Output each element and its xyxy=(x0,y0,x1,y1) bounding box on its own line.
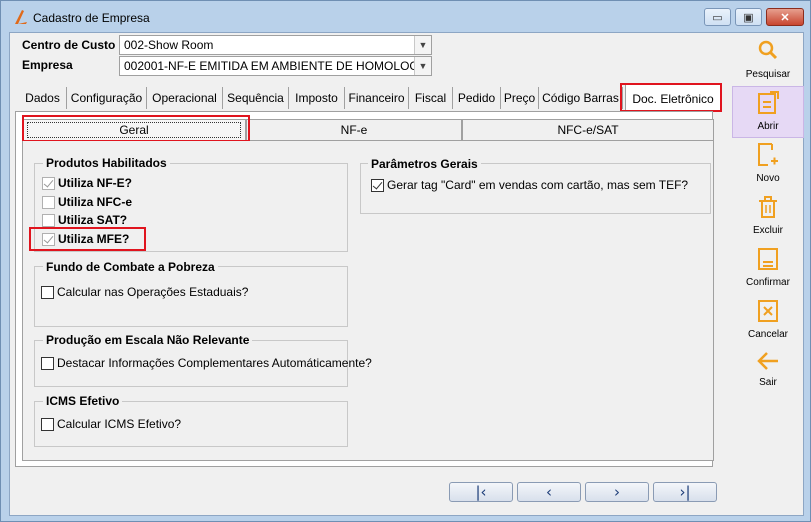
tab-codigo-barras[interactable]: Código Barras xyxy=(539,87,623,109)
subtab-geral[interactable]: Geral xyxy=(22,119,246,141)
tab-doc-eletronico[interactable]: Doc. Eletrônico xyxy=(625,84,721,110)
destacar-informacoes-label: Destacar Informações Complementares Auto… xyxy=(57,356,372,370)
centro-de-custo-label: Centro de Custo xyxy=(22,38,116,52)
utiliza-sat-checkbox[interactable]: Utiliza SAT? xyxy=(42,213,127,227)
centro-de-custo-combo[interactable]: 002-Show Room ▼ xyxy=(119,35,432,55)
utiliza-mfe-label: Utiliza MFE? xyxy=(58,232,130,246)
gerar-tag-card-checkbox[interactable]: Gerar tag "Card" em vendas com cartão, m… xyxy=(371,178,688,192)
calcular-icms-efetivo-label: Calcular ICMS Efetivo? xyxy=(57,417,182,431)
chevron-down-icon[interactable]: ▼ xyxy=(414,57,431,75)
confirm-document-icon xyxy=(758,248,778,270)
subtab-nfe[interactable]: NF-e xyxy=(246,119,462,141)
tab-financeiro[interactable]: Financeiro xyxy=(345,87,409,109)
tab-imposto[interactable]: Imposto xyxy=(289,87,345,109)
chevron-down-icon[interactable]: ▼ xyxy=(414,36,431,54)
checkbox-box xyxy=(42,195,55,209)
checkbox-box xyxy=(41,417,54,431)
last-record-button[interactable]: ›| xyxy=(653,482,717,502)
sair-label: Sair xyxy=(759,377,777,388)
cancel-document-icon xyxy=(758,300,778,322)
focus-rect xyxy=(27,122,241,138)
utiliza-nfce-checkbox[interactable]: Utiliza NFC-e xyxy=(42,195,132,209)
tab-dados[interactable]: Dados xyxy=(19,87,67,109)
app-logo-icon xyxy=(15,10,27,24)
checkbox-box xyxy=(41,285,54,299)
client-area: Centro de Custo 002-Show Room ▼ Empresa … xyxy=(9,32,804,516)
main-tabs: Dados Configuração Operacional Sequência… xyxy=(14,83,726,112)
open-document-icon xyxy=(758,91,779,114)
last-icon: ›| xyxy=(679,483,691,501)
previous-record-button[interactable]: ‹ xyxy=(517,482,581,502)
trash-icon xyxy=(759,196,777,218)
checkbox-box xyxy=(371,178,384,192)
gerar-tag-card-label: Gerar tag "Card" em vendas com cartão, m… xyxy=(387,178,689,192)
utiliza-nfe-label: Utiliza NF-E? xyxy=(58,176,132,190)
first-icon: |‹ xyxy=(475,483,487,501)
excluir-button[interactable]: Excluir xyxy=(732,194,804,240)
empresa-combo[interactable]: 002001-NF-E EMITIDA EM AMBIENTE DE HOMOL… xyxy=(119,56,432,76)
utiliza-nfe-checkbox[interactable]: Utiliza NF-E? xyxy=(42,176,132,190)
novo-button[interactable]: Novo xyxy=(732,142,804,188)
sair-button[interactable]: Sair xyxy=(732,350,804,390)
calcular-operacoes-estaduais-checkbox[interactable]: Calcular nas Operações Estaduais? xyxy=(41,285,248,299)
checkbox-box xyxy=(42,232,55,246)
centro-de-custo-value: 002-Show Room xyxy=(124,38,214,52)
first-record-button[interactable]: |‹ xyxy=(449,482,513,502)
utiliza-sat-label: Utiliza SAT? xyxy=(58,213,128,227)
main-window: Cadastro de Empresa ▭ ▣ ✕ Centro de Cust… xyxy=(0,0,811,522)
utiliza-nfce-label: Utiliza NFC-e xyxy=(58,195,133,209)
parametros-gerais-title: Parâmetros Gerais xyxy=(368,157,481,171)
pesquisar-button[interactable]: Pesquisar xyxy=(732,38,804,82)
chevron-right-icon: › xyxy=(614,483,620,501)
tab-configuracao[interactable]: Configuração xyxy=(67,87,147,109)
subtab-nfce-sat[interactable]: NFC-e/SAT xyxy=(462,119,714,141)
next-record-button[interactable]: › xyxy=(585,482,649,502)
close-button[interactable]: ✕ xyxy=(766,8,804,26)
tab-pedido[interactable]: Pedido xyxy=(453,87,501,109)
action-toolbar: Pesquisar Abrir Novo Excluir Confirmar C… xyxy=(732,38,804,398)
calcular-icms-efetivo-checkbox[interactable]: Calcular ICMS Efetivo? xyxy=(41,417,181,431)
produtos-habilitados-title: Produtos Habilitados xyxy=(43,156,170,170)
tab-operacional[interactable]: Operacional xyxy=(147,87,223,109)
abrir-button[interactable]: Abrir xyxy=(732,86,804,138)
fundo-combate-title: Fundo de Combate a Pobreza xyxy=(43,260,218,274)
cancelar-button[interactable]: Cancelar xyxy=(732,298,804,344)
utiliza-mfe-checkbox[interactable]: Utiliza MFE? xyxy=(42,232,129,246)
destacar-informacoes-checkbox[interactable]: Destacar Informações Complementares Auto… xyxy=(41,356,372,370)
tab-preco[interactable]: Preço xyxy=(501,87,539,109)
restore-button[interactable]: ▣ xyxy=(735,8,762,26)
confirmar-button[interactable]: Confirmar xyxy=(732,246,804,292)
empresa-value: 002001-NF-E EMITIDA EM AMBIENTE DE HOMOL… xyxy=(124,59,431,73)
window-title: Cadastro de Empresa xyxy=(33,11,150,25)
novo-label: Novo xyxy=(756,173,780,184)
tab-sequencia[interactable]: Sequência xyxy=(223,87,289,109)
abrir-label: Abrir xyxy=(757,121,779,132)
producao-escala-title: Produção em Escala Não Relevante xyxy=(43,333,253,347)
calcular-operacoes-estaduais-label: Calcular nas Operações Estaduais? xyxy=(57,285,249,299)
arrow-left-icon xyxy=(757,352,778,370)
pesquisar-label: Pesquisar xyxy=(745,69,791,80)
minimize-button[interactable]: ▭ xyxy=(704,8,731,26)
tab-fiscal[interactable]: Fiscal xyxy=(409,87,453,109)
excluir-label: Excluir xyxy=(752,225,783,236)
icms-efetivo-title: ICMS Efetivo xyxy=(43,394,123,408)
title-bar: Cadastro de Empresa ▭ ▣ ✕ xyxy=(1,1,810,33)
new-document-icon xyxy=(758,143,778,166)
empresa-label: Empresa xyxy=(22,58,73,72)
cancelar-label: Cancelar xyxy=(747,329,789,340)
checkbox-box xyxy=(41,356,54,370)
search-icon xyxy=(758,40,778,60)
checkbox-box xyxy=(42,213,55,227)
confirmar-label: Confirmar xyxy=(746,277,790,288)
chevron-left-icon: ‹ xyxy=(546,483,552,501)
checkbox-box xyxy=(42,176,55,190)
